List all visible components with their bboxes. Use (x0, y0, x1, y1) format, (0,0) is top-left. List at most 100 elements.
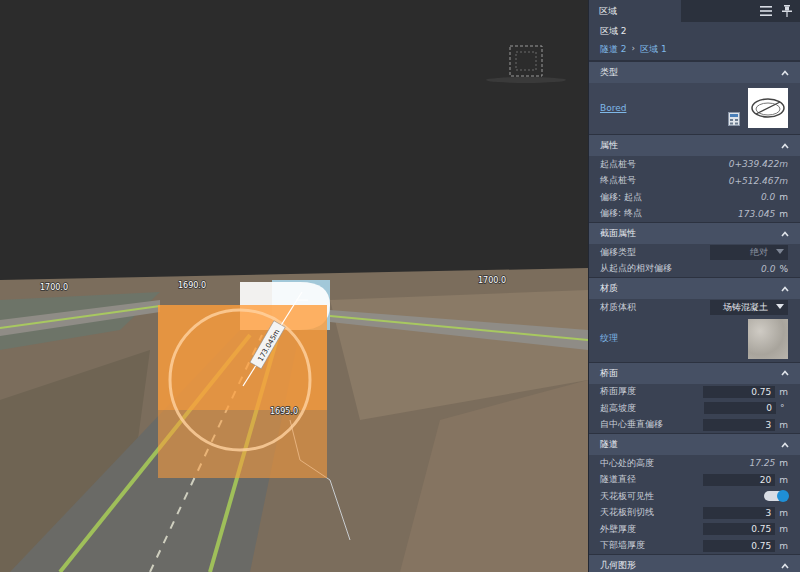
property-unit: m (779, 458, 788, 468)
app-window: 173.045m1700.01690.01700.01695.0 区域 区域 2… (0, 0, 800, 572)
section-box[interactable] (158, 305, 327, 410)
property-value: 173.045 (738, 209, 775, 219)
property-label: 下部墙厚度 (600, 539, 645, 552)
property-value: 0.0 (761, 192, 775, 202)
property-input[interactable]: 0.75 (703, 523, 775, 535)
property-row: 天花板可见性 (589, 488, 800, 505)
section-header[interactable]: 属性 (589, 134, 800, 156)
panel-title-area: 区域 2 隧道 2› 区域 1 (589, 22, 800, 61)
property-unit: m (779, 541, 788, 551)
dimension-line (243, 292, 302, 386)
panel-title: 区域 2 (600, 25, 789, 38)
bored-tunnel-icon (748, 88, 788, 128)
property-input[interactable]: 0 (704, 402, 776, 414)
chevron-up-icon[interactable] (780, 229, 790, 239)
property-section: 桥面 桥面厚度 0.75 m 超高坡度 0 °自中心垂直偏移 3 m (589, 362, 800, 434)
property-label: 材质体积 (600, 301, 636, 314)
property-value: 0+512.467m (729, 176, 788, 186)
section-title: 截面属性 (600, 227, 636, 240)
texture-swatch[interactable] (748, 319, 788, 359)
property-section: 材质 材质体积 场铸混凝土 纹理 (589, 277, 800, 362)
property-input[interactable]: 20 (703, 474, 775, 486)
dimension-tick (296, 300, 308, 301)
property-unit: m (779, 209, 788, 219)
chevron-up-icon[interactable] (780, 68, 790, 78)
property-label: 起点桩号 (600, 158, 636, 171)
terrain-patch (0, 292, 160, 350)
property-row: 偏移: 起点 0.0 m (589, 189, 800, 206)
chevron-up-icon[interactable] (780, 561, 790, 571)
property-label: 天花板剖切线 (600, 506, 654, 519)
panel-tab[interactable]: 区域 (589, 0, 681, 22)
property-row: 起点桩号 0+339.422m (589, 156, 800, 173)
terrain-patch (400, 380, 588, 572)
property-input[interactable]: 0.75 (703, 540, 775, 552)
dimension-label: 173.045m (256, 328, 281, 363)
property-row: 隧道直径 20 m (589, 472, 800, 489)
road-edge (330, 316, 588, 340)
3d-viewport[interactable]: 173.045m1700.01690.01700.01695.0 (0, 0, 588, 572)
property-dropdown[interactable]: 场铸混凝土 (710, 300, 788, 315)
type-thumbnail[interactable] (748, 88, 788, 128)
type-link[interactable]: Bored (600, 103, 626, 113)
property-label: 桥面厚度 (600, 385, 636, 398)
property-row: 超高坡度 0 ° (589, 400, 800, 417)
property-label: 隧道直径 (600, 473, 636, 486)
property-value: 17.25 (749, 458, 775, 468)
view-cube-icon[interactable] (486, 46, 566, 83)
chevron-up-icon[interactable] (780, 284, 790, 294)
side-road (0, 300, 160, 336)
pin-icon[interactable] (782, 5, 792, 17)
section-title: 属性 (600, 139, 618, 152)
property-label: 自中心垂直偏移 (600, 418, 663, 431)
chevron-up-icon[interactable] (780, 440, 790, 450)
property-section: 类型 Bored (589, 61, 800, 134)
property-label: 外壁厚度 (600, 523, 636, 536)
dimension-tag-bg (250, 321, 285, 369)
section-title: 类型 (600, 66, 618, 79)
chevron-up-icon[interactable] (780, 368, 790, 378)
property-input[interactable]: 0.75 (703, 386, 775, 398)
property-section: 截面属性 偏移类型 绝对 从起点的相对偏移 0.0 % (589, 222, 800, 277)
property-section: 隧道 中心处的高度 17.25 m隧道直径 20 m天花板可见性 天花板剖切线 … (589, 433, 800, 554)
section-header[interactable]: 截面属性 (589, 222, 800, 244)
section-title: 材质 (600, 282, 618, 295)
section-header[interactable]: 隧道 (589, 433, 800, 455)
property-unit: ° (780, 403, 788, 413)
type-row: Bored (589, 83, 800, 134)
property-unit: m (779, 192, 788, 202)
section-header[interactable]: 材质 (589, 277, 800, 299)
texture-link[interactable]: 纹理 (600, 332, 618, 345)
property-label: 中心处的高度 (600, 457, 654, 470)
property-unit: m (779, 508, 788, 518)
station-label: 1700.0 (40, 283, 68, 292)
property-row: 天花板剖切线 3 m (589, 505, 800, 522)
section-header[interactable]: 几何图形 (589, 554, 800, 572)
section-title: 桥面 (600, 367, 618, 380)
station-label: 1700.0 (478, 276, 506, 285)
toggle-switch[interactable] (764, 491, 788, 501)
property-value: 0+339.422m (729, 159, 788, 169)
property-row: 材质体积 场铸混凝土 (589, 299, 800, 316)
breadcrumb-link[interactable]: 区域 1 (640, 43, 667, 56)
texture-row: 纹理 (589, 316, 800, 362)
property-label: 天花板可见性 (600, 490, 654, 503)
scene-canvas[interactable]: 173.045m1700.01690.01700.01695.0 (0, 0, 588, 572)
chevron-up-icon[interactable] (780, 141, 790, 151)
property-input[interactable]: 3 (703, 419, 775, 431)
property-row: 外壁厚度 0.75 m (589, 521, 800, 538)
breadcrumb-link[interactable]: 隧道 2 (600, 43, 627, 56)
section-header[interactable]: 桥面 (589, 362, 800, 384)
side-road (330, 310, 588, 350)
property-label: 偏移: 终点 (600, 207, 642, 220)
dropdown-arrow-icon (776, 304, 784, 310)
property-input[interactable]: 3 (703, 507, 775, 519)
section-header[interactable]: 类型 (589, 61, 800, 83)
station-label: 1695.0 (270, 407, 298, 416)
section-title: 隧道 (600, 438, 618, 451)
menu-icon[interactable] (760, 6, 772, 16)
property-unit: m (779, 475, 788, 485)
property-row: 自中心垂直偏移 3 m (589, 417, 800, 434)
catalog-icon[interactable] (728, 112, 740, 126)
property-unit: m (779, 420, 788, 430)
